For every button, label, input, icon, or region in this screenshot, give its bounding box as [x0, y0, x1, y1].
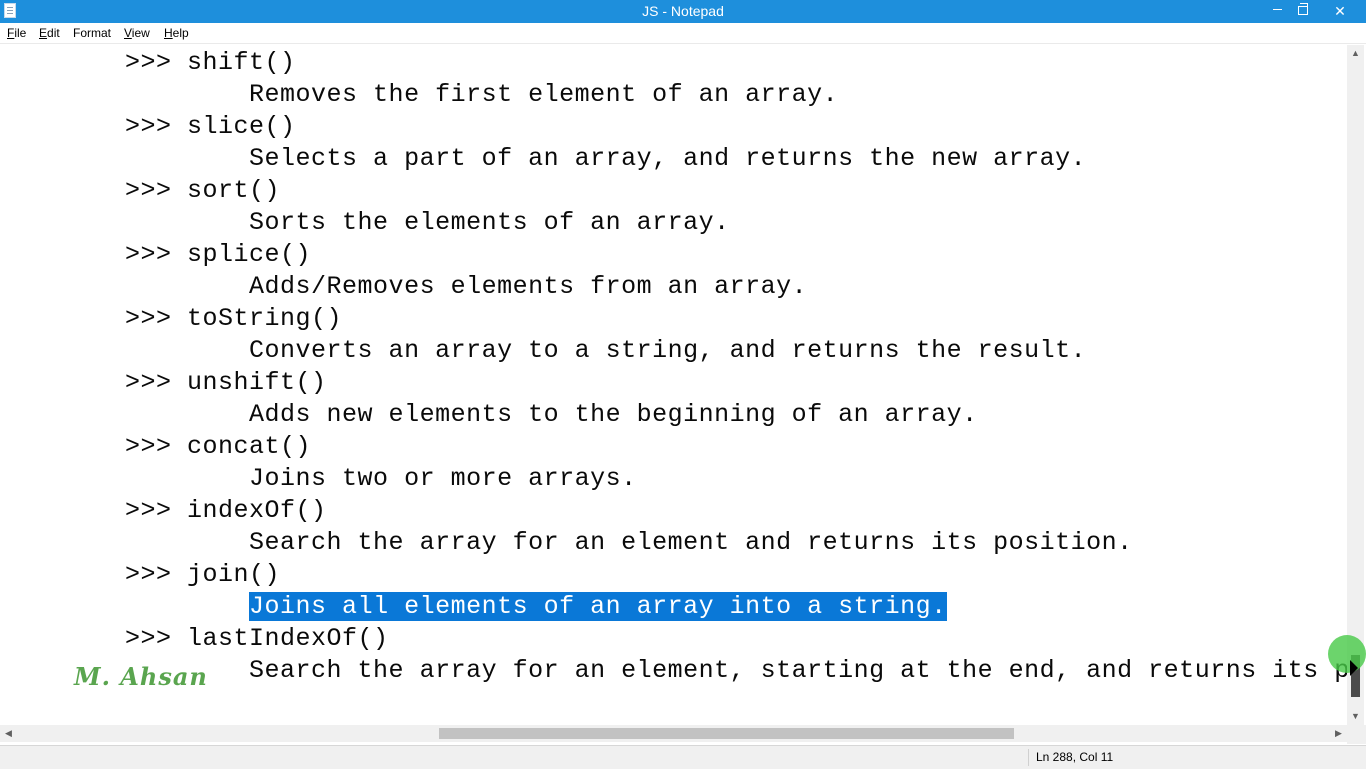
cursor-highlight — [1328, 635, 1366, 673]
scroll-up-arrow-icon[interactable]: ▲ — [1347, 45, 1364, 62]
minimize-button[interactable] — [1264, 0, 1290, 23]
menu-view[interactable]: View — [124, 23, 150, 43]
scroll-right-arrow-icon[interactable]: ▶ — [1330, 725, 1347, 742]
editor-line: >>> slice() — [1, 112, 296, 141]
menu-edit-label: dit — [47, 26, 60, 40]
menu-format[interactable]: Format — [73, 23, 111, 43]
menu-edit-accel: E — [39, 26, 48, 40]
editor-line: Adds new elements to the beginning of an… — [1, 400, 978, 429]
title-bar: JS - Notepad ✕ — [0, 0, 1366, 23]
menu-edit[interactable]: Edit — [39, 23, 60, 43]
scroll-down-arrow-icon[interactable]: ▼ — [1347, 708, 1364, 725]
window-title: JS - Notepad — [642, 3, 724, 19]
editor-line: Search the array for an element and retu… — [1, 528, 1133, 557]
horizontal-scroll-thumb[interactable] — [439, 728, 1014, 739]
editor-line-selected: Joins all elements of an array into a st… — [1, 591, 947, 623]
editor-line: Selects a part of an array, and returns … — [1, 144, 1087, 173]
editor-line: >>> toString() — [1, 304, 343, 333]
editor-line: Removes the first element of an array. — [1, 80, 839, 109]
menu-format-label: Format — [73, 26, 112, 40]
editor-line: >>> sort() — [1, 176, 281, 205]
selected-text[interactable]: Joins all elements of an array into a st… — [249, 592, 947, 621]
editor-line: >>> lastIndexOf() — [1, 624, 389, 653]
menu-view-label: iew — [131, 26, 150, 40]
scrollbar-corner — [1347, 725, 1366, 744]
editor-line: Joins two or more arrays. — [1, 464, 637, 493]
close-button[interactable]: ✕ — [1316, 0, 1364, 23]
minimize-icon — [1272, 9, 1282, 10]
editor-line: >>> indexOf() — [1, 496, 327, 525]
editor-line: >>> splice() — [1, 240, 312, 269]
menu-help[interactable]: Help — [164, 23, 189, 43]
status-bar: Ln 288, Col 11 — [0, 745, 1366, 769]
menu-help-label: elp — [172, 26, 189, 40]
restore-button[interactable] — [1290, 0, 1316, 23]
scroll-left-arrow-icon[interactable]: ◀ — [0, 725, 17, 742]
editor-line: Sorts the elements of an array. — [1, 208, 730, 237]
cursor-position: Ln 288, Col 11 — [1036, 750, 1114, 764]
mouse-pointer-icon — [1350, 660, 1358, 676]
vertical-scrollbar[interactable]: ▲ ▼ — [1347, 45, 1364, 725]
menu-view-accel: V — [124, 26, 132, 40]
editor-line: Converts an array to a string, and retur… — [1, 336, 1087, 365]
watermark-logo: M. Ahsan — [74, 662, 208, 691]
menu-help-accel: H — [164, 26, 173, 40]
editor-line: >>> unshift() — [1, 368, 327, 397]
restore-icon — [1298, 3, 1308, 15]
horizontal-scrollbar[interactable]: ◀ ▶ — [0, 725, 1347, 742]
editor-line: Adds/Removes elements from an array. — [1, 272, 808, 301]
editor-line: >>> shift() — [1, 48, 296, 77]
status-separator — [1028, 749, 1029, 766]
menu-file[interactable]: File — [7, 23, 26, 43]
editor-line-indent — [1, 592, 249, 621]
menu-file-label: ile — [14, 26, 27, 40]
editor-line: >>> join() — [1, 560, 281, 589]
menu-bar: File Edit Format View Help — [0, 23, 1366, 44]
text-editor-area[interactable]: >>> shift() Removes the first element of… — [1, 45, 1347, 725]
close-icon: ✕ — [1334, 3, 1346, 19]
editor-line: >>> concat() — [1, 432, 312, 461]
